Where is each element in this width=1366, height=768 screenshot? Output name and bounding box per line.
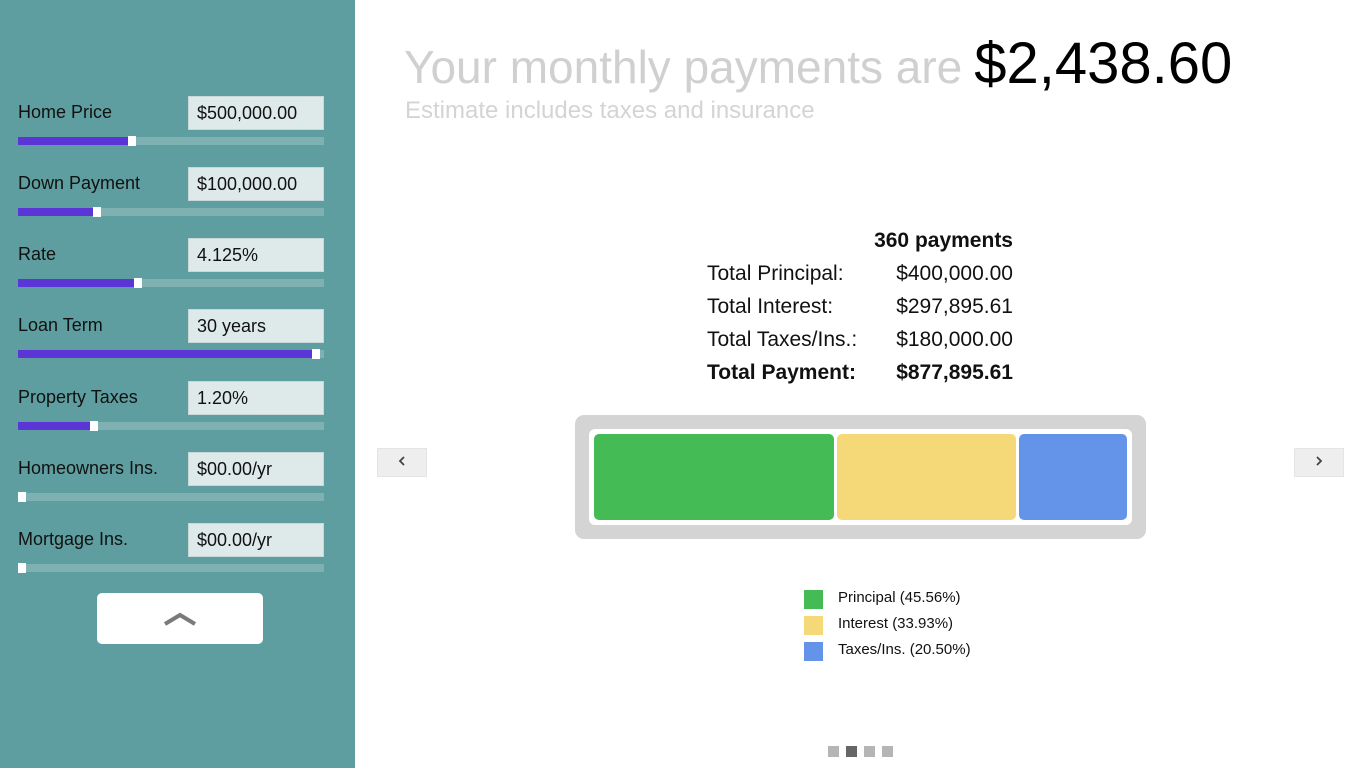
inputs-sidebar: Home Price Down Payment Rate Loa (0, 0, 355, 768)
down-payment-label: Down Payment (18, 173, 141, 193)
mortgage-ins-input[interactable] (188, 523, 324, 557)
payments-count: 360 payments (874, 229, 1013, 252)
bar-segment-principal (594, 434, 834, 520)
summary-row-total: Total Payment: $877,895.61 (707, 358, 1013, 391)
slider-thumb[interactable] (93, 207, 101, 217)
loan-term-slider[interactable] (18, 349, 324, 359)
property-taxes-slider[interactable] (18, 421, 324, 431)
home-price-input[interactable] (188, 96, 324, 130)
slider-fill (18, 137, 128, 145)
down-payment-slider[interactable] (18, 207, 324, 217)
bar-segment-interest (837, 434, 1016, 520)
rate-label: Rate (18, 244, 57, 264)
summary-value: $297,895.61 (896, 295, 1013, 318)
slider-fill (18, 350, 312, 358)
summary-label: Total Payment: (707, 361, 856, 384)
summary-value: $877,895.61 (896, 361, 1013, 384)
slider-fill (18, 208, 93, 216)
chevron-up-icon (163, 611, 197, 627)
home-price-slider[interactable] (18, 136, 324, 146)
bar-segment-taxes-ins (1019, 434, 1127, 520)
collapse-button[interactable] (97, 593, 263, 644)
legend-swatch (804, 642, 823, 661)
slider-thumb[interactable] (128, 136, 136, 146)
slider-fill (18, 422, 90, 430)
loan-term-input[interactable] (188, 309, 324, 343)
page-dot[interactable] (846, 746, 857, 757)
property-taxes-label: Property Taxes (18, 387, 138, 407)
mortgage-ins-label: Mortgage Ins. (18, 529, 129, 549)
breakdown-bar-inner (589, 429, 1132, 525)
field-down-payment: Down Payment (18, 167, 324, 223)
field-loan-term: Loan Term (18, 309, 324, 365)
summary-value: $180,000.00 (896, 328, 1013, 351)
page-indicator (828, 746, 893, 757)
monthly-payment-amount: $2,438.60 (974, 31, 1233, 96)
payment-breakdown-bar (575, 415, 1146, 539)
homeowners-ins-label: Homeowners Ins. (18, 458, 159, 478)
legend-swatch (804, 590, 823, 609)
page-dot[interactable] (882, 746, 893, 757)
page-dot[interactable] (828, 746, 839, 757)
property-taxes-input[interactable] (188, 381, 324, 415)
summary-label: Total Interest: (707, 295, 834, 318)
home-price-label: Home Price (18, 102, 113, 122)
homeowners-ins-slider[interactable] (18, 492, 324, 502)
monthly-payment-headline: Your monthly payments are $2,438.60 (404, 30, 1232, 97)
headline-label: Your monthly payments are (404, 41, 963, 93)
slider-fill (18, 279, 134, 287)
slider-thumb[interactable] (134, 278, 142, 288)
down-payment-input[interactable] (188, 167, 324, 201)
summary-row-interest: Total Interest: $297,895.61 (707, 292, 1013, 325)
page-dot[interactable] (864, 746, 875, 757)
slider-thumb[interactable] (18, 492, 26, 502)
slider-thumb[interactable] (18, 563, 26, 573)
payment-summary: 360 payments Total Principal: $400,000.0… (707, 226, 1013, 391)
summary-label: Total Taxes/Ins.: (707, 328, 858, 351)
summary-row-principal: Total Principal: $400,000.00 (707, 259, 1013, 292)
rate-slider[interactable] (18, 278, 324, 288)
chevron-left-icon (398, 455, 406, 470)
next-button[interactable] (1294, 448, 1344, 477)
mortgage-calculator: Home Price Down Payment Rate Loa (0, 0, 1366, 768)
legend-text: Principal (45.56%) (838, 589, 961, 606)
summary-value: $400,000.00 (896, 262, 1013, 285)
estimate-note: Estimate includes taxes and insurance (405, 97, 815, 124)
slider-thumb[interactable] (312, 349, 320, 359)
homeowners-ins-input[interactable] (188, 452, 324, 486)
legend-swatch (804, 616, 823, 635)
summary-row-taxes: Total Taxes/Ins.: $180,000.00 (707, 325, 1013, 358)
rate-input[interactable] (188, 238, 324, 272)
legend-text: Taxes/Ins. (20.50%) (838, 641, 971, 658)
field-rate: Rate (18, 238, 324, 294)
mortgage-ins-slider[interactable] (18, 563, 324, 573)
legend-text: Interest (33.93%) (838, 615, 954, 632)
prev-button[interactable] (377, 448, 427, 477)
field-mortgage-ins: Mortgage Ins. (18, 523, 324, 579)
field-property-taxes: Property Taxes (18, 381, 324, 437)
summary-label: Total Principal: (707, 262, 844, 285)
field-home-price: Home Price (18, 96, 324, 152)
chevron-right-icon (1315, 455, 1323, 470)
loan-term-label: Loan Term (18, 315, 103, 335)
field-homeowners-ins: Homeowners Ins. (18, 452, 324, 508)
slider-thumb[interactable] (90, 421, 98, 431)
